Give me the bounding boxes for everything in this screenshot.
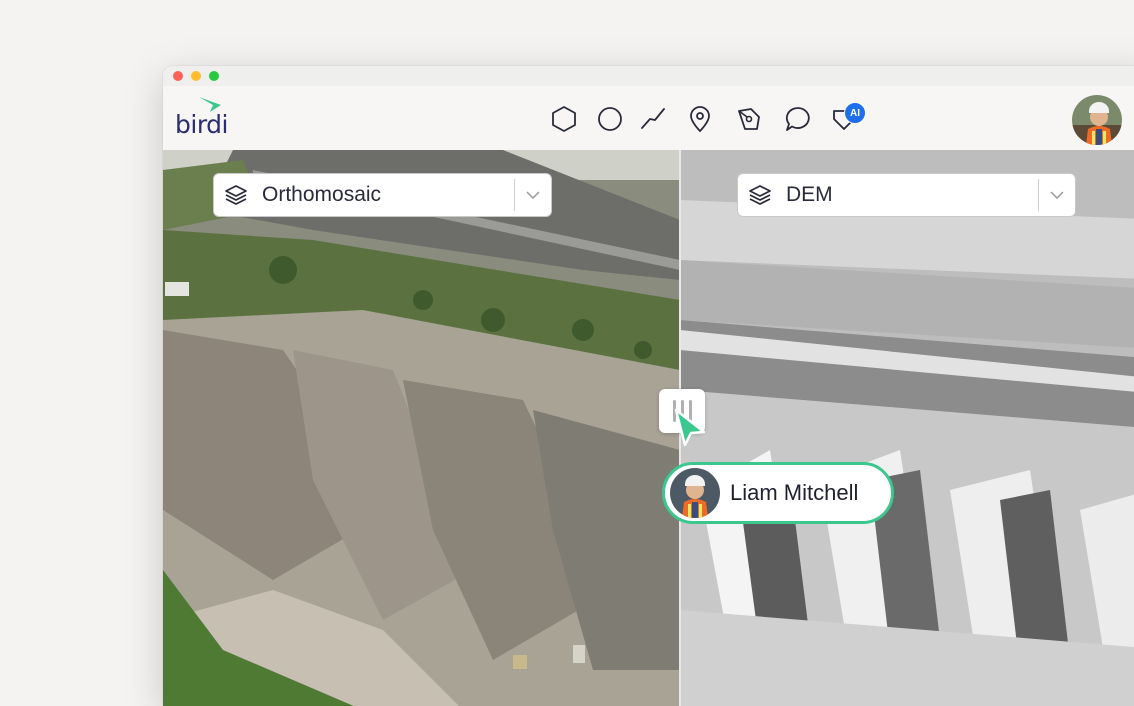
title-bar xyxy=(163,66,1134,86)
maximize-window-button[interactable] xyxy=(209,71,219,81)
polygon-icon xyxy=(552,106,576,132)
left-layer-label: Orthomosaic xyxy=(262,183,382,206)
layers-icon xyxy=(748,183,772,207)
marker-tool-button[interactable] xyxy=(685,104,715,134)
polygon-tool-button[interactable] xyxy=(549,104,579,134)
chevron-down-icon[interactable] xyxy=(515,173,551,217)
comment-tool-button[interactable] xyxy=(783,104,813,134)
pen-tool-button[interactable] xyxy=(734,104,764,134)
orthomosaic-imagery xyxy=(163,150,680,706)
dem-map[interactable]: DEM xyxy=(680,150,1134,706)
circle-tool-button[interactable] xyxy=(595,104,625,134)
polyline-tool-button[interactable] xyxy=(638,104,668,134)
chevron-down-icon[interactable] xyxy=(1039,173,1075,217)
ai-badge: AI xyxy=(844,102,866,124)
top-toolbar: birdi AI xyxy=(163,86,1134,150)
layers-icon xyxy=(224,183,248,207)
comment-icon xyxy=(785,107,810,131)
collaborator-avatar xyxy=(670,468,720,518)
app-window: birdi AI Orthomosaic DEM Liam Mitchell xyxy=(163,66,1134,706)
right-layer-label: DEM xyxy=(786,183,833,206)
brand-name: birdi xyxy=(175,110,228,139)
collaborator-cursor-icon xyxy=(674,408,706,447)
user-avatar[interactable] xyxy=(1072,95,1122,145)
birdi-logo[interactable]: birdi xyxy=(175,96,245,140)
right-layer-select[interactable]: DEM xyxy=(737,173,1076,217)
collaborator-name: Liam Mitchell xyxy=(730,480,859,505)
left-layer-select[interactable]: Orthomosaic xyxy=(213,173,552,217)
location-pin-icon xyxy=(690,106,710,133)
dem-imagery xyxy=(680,150,1134,706)
orthomosaic-map[interactable]: Orthomosaic xyxy=(163,150,680,706)
minimize-window-button[interactable] xyxy=(191,71,201,81)
close-window-button[interactable] xyxy=(173,71,183,81)
circle-icon xyxy=(598,107,622,131)
polyline-icon xyxy=(641,108,665,129)
map-compare-view[interactable]: Orthomosaic DEM Liam Mitchell xyxy=(163,150,1134,706)
collaborator-tag: Liam Mitchell xyxy=(662,462,894,524)
pen-tool-icon xyxy=(738,108,760,130)
